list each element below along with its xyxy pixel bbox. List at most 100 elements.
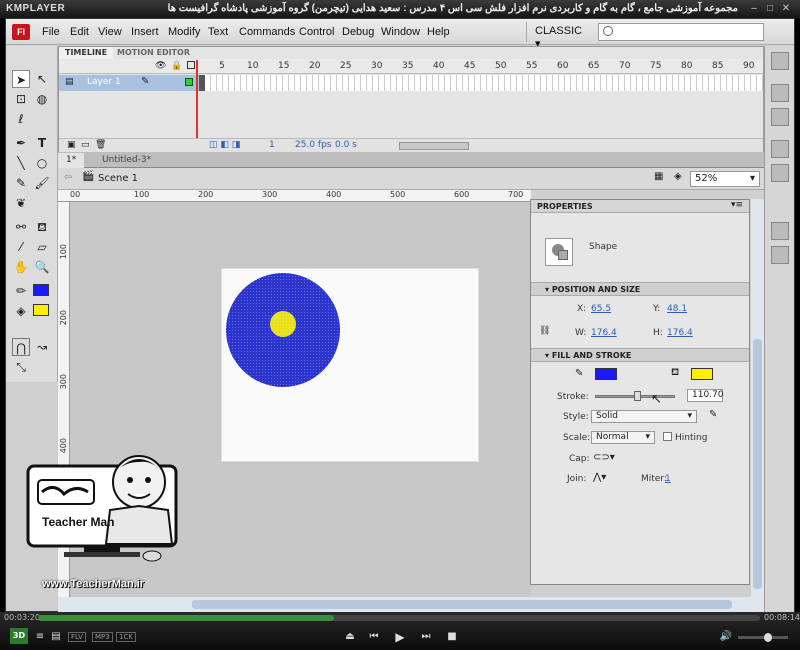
horizontal-scrollbar[interactable] xyxy=(58,597,764,612)
layer-frames[interactable] xyxy=(199,75,763,91)
zoom-tool-icon[interactable]: 🔍 xyxy=(33,258,51,276)
scene-label[interactable]: Scene 1 xyxy=(98,173,138,184)
outline-icon[interactable] xyxy=(187,61,195,69)
menu-icon[interactable]: ≡ xyxy=(32,630,48,644)
next-icon[interactable]: ⏭ xyxy=(418,630,434,644)
deco-tool-icon[interactable]: ❦ xyxy=(12,194,30,212)
cap-style-icon[interactable]: ⊂⊃▾ xyxy=(593,452,615,463)
paint-bucket-icon[interactable]: ⛾ xyxy=(33,218,51,236)
pen-tool-icon[interactable]: ✒ xyxy=(12,134,30,152)
lasso-icon[interactable]: ℓ xyxy=(12,110,30,128)
menu-text[interactable]: Text xyxy=(208,26,228,38)
play-icon[interactable]: ▶ xyxy=(392,630,408,644)
eye-icon[interactable]: 👁 xyxy=(155,61,166,71)
stroke-color-swatch[interactable] xyxy=(33,284,49,296)
menu-insert[interactable]: Insert xyxy=(131,26,159,38)
volume-slider[interactable] xyxy=(738,633,788,642)
h-value[interactable]: 176.4 xyxy=(667,328,693,338)
layer-name[interactable]: Layer 1 xyxy=(87,77,121,87)
volume-thumb[interactable] xyxy=(764,633,772,642)
stroke-slider[interactable] xyxy=(595,391,675,401)
fill-color-swatch[interactable] xyxy=(691,368,713,380)
zoom-select[interactable]: 52% ▾ xyxy=(690,171,760,187)
hand-tool-icon[interactable]: ✋ xyxy=(12,258,30,276)
layer-color-icon[interactable] xyxy=(185,78,193,86)
collapse-icon[interactable] xyxy=(771,52,789,70)
menu-file[interactable]: File xyxy=(42,26,60,38)
properties-title[interactable]: PROPERTIES xyxy=(537,202,593,211)
back-arrow-icon[interactable]: ⇦ xyxy=(64,172,72,183)
text-tool-icon[interactable]: T xyxy=(33,134,51,152)
menu-commands[interactable]: Commands xyxy=(239,26,295,38)
layer-row[interactable]: ▤ Layer 1 ✎ xyxy=(59,75,199,91)
eyedropper-icon[interactable]: ⁄ xyxy=(12,238,30,256)
edit-stroke-style-icon[interactable]: ✎ xyxy=(709,409,717,420)
eject-icon[interactable]: ⏏ xyxy=(342,630,358,644)
y-value[interactable]: 48.1 xyxy=(667,304,687,314)
onion-skin-icon[interactable]: ◫ ◧ ◨ xyxy=(209,140,240,150)
edit-scene-icon[interactable]: ▦ xyxy=(654,171,663,182)
stroke-color-swatch[interactable] xyxy=(595,368,617,380)
hinting-checkbox[interactable] xyxy=(663,432,672,441)
search-input[interactable] xyxy=(598,23,764,41)
subselection-tool-icon[interactable]: ↖ xyxy=(33,70,51,88)
edit-symbol-icon[interactable]: ◈ xyxy=(674,171,682,182)
current-frame[interactable]: 1 xyxy=(269,140,275,150)
fill-color-swatch[interactable] xyxy=(33,304,49,316)
menu-help[interactable]: Help xyxy=(427,26,450,38)
close-icon[interactable]: ✕ xyxy=(780,3,792,14)
pencil-icon[interactable]: ✎ xyxy=(12,174,30,192)
free-transform-icon[interactable]: ⊡ xyxy=(12,90,30,108)
info-panel-icon[interactable] xyxy=(771,164,789,182)
3d-icon[interactable]: 3D xyxy=(10,628,28,644)
scroll-thumb[interactable] xyxy=(753,339,762,589)
menu-modify[interactable]: Modify xyxy=(168,26,200,38)
align-panel-icon[interactable] xyxy=(771,140,789,158)
volume-icon[interactable]: 🔊 xyxy=(718,630,734,644)
library-icon[interactable] xyxy=(771,222,789,240)
fps-value[interactable]: 25.0 fps xyxy=(295,140,331,150)
fill-stroke-section[interactable]: ▾ FILL AND STROKE xyxy=(531,348,749,362)
straighten-icon[interactable]: ⤡ xyxy=(12,358,30,376)
properties-icon[interactable] xyxy=(771,246,789,264)
brush-icon[interactable]: 🖌 xyxy=(33,174,51,192)
position-size-section[interactable]: ▾ POSITION AND SIZE xyxy=(531,282,749,296)
stop-icon[interactable]: ■ xyxy=(444,630,460,644)
color-panel-icon[interactable] xyxy=(771,84,789,102)
w-value[interactable]: 176.4 xyxy=(591,328,617,338)
menu-control[interactable]: Control xyxy=(299,26,334,38)
maximize-icon[interactable]: □ xyxy=(764,3,776,14)
new-layer-icon[interactable]: ▣ xyxy=(67,140,76,150)
workspace-switcher[interactable]: CLASSIC ▾ xyxy=(526,22,590,50)
timeline-scrollbar[interactable] xyxy=(399,142,469,150)
slider-thumb[interactable] xyxy=(634,391,641,401)
tab-motion-editor[interactable]: MOTION EDITOR xyxy=(111,47,196,59)
stage[interactable] xyxy=(221,268,479,462)
smooth-icon[interactable]: ↝ xyxy=(33,338,51,356)
scroll-thumb[interactable] xyxy=(192,600,732,609)
minimize-icon[interactable]: – xyxy=(748,3,760,14)
menu-window[interactable]: Window xyxy=(381,26,420,38)
selection-tool-icon[interactable]: ➤ xyxy=(12,70,30,88)
keyframe[interactable] xyxy=(199,75,205,91)
join-style-icon[interactable]: ⋀▾ xyxy=(593,472,606,483)
lock-icon[interactable]: 🔒 xyxy=(171,61,182,71)
tab-document-untitled[interactable]: Untitled-3* xyxy=(94,153,159,168)
bone-tool-icon[interactable]: ⚯ xyxy=(12,218,30,236)
menu-debug[interactable]: Debug xyxy=(342,26,374,38)
menu-view[interactable]: View xyxy=(98,26,122,38)
delete-layer-icon[interactable]: 🗑 xyxy=(95,140,106,150)
settings-icon[interactable]: ▤ xyxy=(48,630,64,644)
scale-select[interactable]: Normal ▾ xyxy=(591,431,655,444)
tab-timeline[interactable]: TIMELINE xyxy=(59,47,114,59)
oval-tool-icon[interactable]: ○ xyxy=(33,154,51,172)
x-value[interactable]: 65.5 xyxy=(591,304,611,314)
stroke-value-input[interactable]: 110.70 xyxy=(687,389,724,402)
3d-rotation-icon[interactable]: ◍ xyxy=(33,90,51,108)
swatches-icon[interactable] xyxy=(771,108,789,126)
line-tool-icon[interactable]: ╲ xyxy=(12,154,30,172)
style-select[interactable]: Solid ▾ xyxy=(591,410,697,423)
snap-magnet-icon[interactable]: ⋂ xyxy=(12,338,30,356)
link-icon[interactable]: ⛓ xyxy=(539,326,550,336)
vertical-scrollbar[interactable] xyxy=(751,199,764,597)
